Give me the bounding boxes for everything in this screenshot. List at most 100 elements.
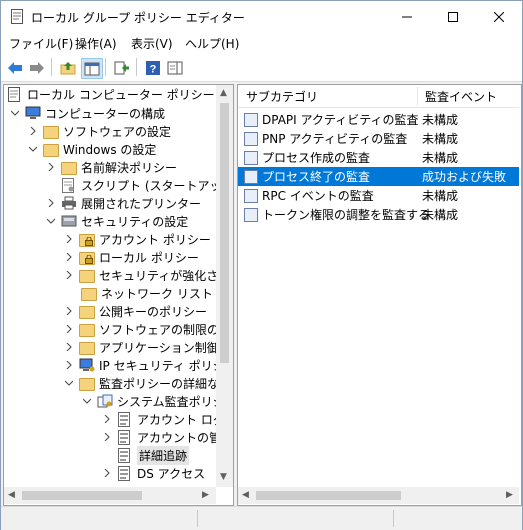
- menu-help[interactable]: ヘルプ(H): [185, 35, 239, 52]
- tree-item-local-computer-policy[interactable]: ローカル コンピューター ポリシー: [7, 85, 215, 103]
- scroll-left-icon[interactable]: ◀: [242, 491, 249, 500]
- list-row-token-rights[interactable]: トークン権限の調整を監査する 未構成: [238, 205, 519, 224]
- close-button[interactable]: [476, 1, 522, 32]
- expand-chevron-icon[interactable]: [63, 233, 75, 245]
- expand-chevron-icon[interactable]: [63, 305, 75, 317]
- scroll-right-icon[interactable]: ▶: [202, 491, 209, 500]
- policy-doc-icon: [117, 412, 133, 427]
- tree-horizontal-scroll-thumb[interactable]: [22, 491, 142, 500]
- tree-item-name-resolution-policy[interactable]: 名前解決ポリシー: [45, 158, 177, 176]
- console-tree-pane[interactable]: ローカル コンピューター ポリシー コンピューターの構成 ソフトウェアの設定 W…: [3, 84, 234, 506]
- row-value: 成功および失敗: [422, 170, 507, 184]
- row-name: PNP アクティビティの監査: [262, 132, 408, 146]
- tree-item-windows-firewall[interactable]: セキュリティが強化された: [63, 266, 233, 284]
- up-folder-button[interactable]: [58, 58, 78, 77]
- collapse-chevron-icon[interactable]: [9, 107, 21, 119]
- menu-bar: ファイル(F) 操作(A) 表示(V) ヘルプ(H): [1, 32, 522, 54]
- audit-setting-icon: [244, 131, 258, 146]
- tree-horizontal-scrollbar[interactable]: ◀ ▶: [4, 487, 216, 504]
- minimize-button[interactable]: [384, 1, 430, 32]
- tree-vertical-scroll-thumb[interactable]: [220, 103, 229, 363]
- row-value: 未構成: [422, 151, 459, 165]
- help-icon: ?: [146, 60, 160, 75]
- audit-setting-icon: [244, 150, 258, 165]
- help-button[interactable]: ?: [143, 58, 163, 77]
- list-row-dpapi[interactable]: DPAPI アクティビティの監査 未構成: [238, 110, 519, 129]
- tree-item-software-restriction[interactable]: ソフトウェアの制限のポリ: [63, 320, 233, 338]
- tree-item-security-settings[interactable]: セキュリティの設定: [45, 212, 188, 230]
- expand-chevron-icon[interactable]: [63, 269, 75, 281]
- menu-file[interactable]: ファイル(F): [9, 35, 73, 52]
- action-pane-button[interactable]: [165, 58, 185, 77]
- ip-security-icon: [79, 358, 95, 372]
- expand-chevron-icon[interactable]: [45, 161, 57, 173]
- tree-item-account-management[interactable]: アカウントの管理: [101, 428, 233, 446]
- tree-vertical-scrollbar[interactable]: ▲ ▼: [216, 85, 233, 487]
- tree-item-local-policies[interactable]: ローカル ポリシー: [63, 248, 199, 266]
- tree-item-advanced-audit[interactable]: 監査ポリシーの詳細な構: [63, 374, 231, 392]
- scroll-left-icon[interactable]: ◀: [8, 491, 15, 500]
- column-header-audit-event[interactable]: 監査イベント: [425, 88, 497, 105]
- export-list-button[interactable]: [112, 58, 132, 77]
- up-folder-icon: [60, 61, 76, 74]
- list-row-process-termination[interactable]: プロセス終了の監査 成功および失敗: [238, 167, 519, 186]
- list-horizontal-scroll-thumb[interactable]: [256, 491, 401, 500]
- scroll-up-icon[interactable]: ▲: [220, 89, 227, 98]
- tree-item-ip-security[interactable]: IP セキュリティ ポリシー (I: [63, 356, 233, 374]
- tree-item-app-control-policies[interactable]: アプリケーション制御ポリ: [63, 338, 233, 356]
- forward-button[interactable]: [27, 58, 47, 77]
- maximize-button[interactable]: [430, 1, 476, 32]
- show-hide-tree-button[interactable]: [81, 58, 103, 79]
- back-button[interactable]: [5, 58, 25, 77]
- export-list-icon: [114, 61, 129, 74]
- tree-item-network-list-manager[interactable]: ネットワーク リスト マネー: [81, 284, 233, 302]
- console-tree-icon: [84, 62, 100, 75]
- collapse-chevron-icon[interactable]: [27, 143, 39, 155]
- column-divider[interactable]: [417, 87, 418, 105]
- folder-icon: [61, 160, 77, 175]
- tree-item-windows-settings[interactable]: Windows の設定: [27, 140, 156, 158]
- column-header-subcategory[interactable]: サブカテゴリ: [246, 88, 318, 105]
- tree-item-scripts[interactable]: スクリプト (スタートアップ/シャ: [61, 176, 233, 194]
- row-name: DPAPI アクティビティの監査: [262, 113, 419, 127]
- list-row-pnp[interactable]: PNP アクティビティの監査 未構成: [238, 129, 519, 148]
- menu-view[interactable]: 表示(V): [131, 35, 173, 52]
- list-horizontal-scrollbar[interactable]: ◀ ▶: [238, 487, 519, 504]
- tree-item-deployed-printers[interactable]: 展開されたプリンター: [45, 194, 201, 212]
- tree-item-detailed-tracking[interactable]: 詳細追跡: [117, 445, 190, 465]
- tree-item-computer-config[interactable]: コンピューターの構成: [9, 104, 165, 122]
- folder-icon: [79, 304, 95, 319]
- tree-item-system-audit-policies[interactable]: システム監査ポリシー -: [81, 392, 233, 410]
- collapse-chevron-icon[interactable]: [45, 215, 57, 227]
- expand-chevron-icon[interactable]: [27, 125, 39, 137]
- tree-item-account-policies[interactable]: アカウント ポリシー: [63, 230, 211, 248]
- tree-item-software-settings[interactable]: ソフトウェアの設定: [27, 122, 171, 140]
- maximize-icon: [448, 11, 458, 22]
- details-list-pane[interactable]: サブカテゴリ 監査イベント DPAPI アクティビティの監査 未構成 PNP ア…: [237, 84, 522, 506]
- collapse-chevron-icon[interactable]: [81, 395, 93, 407]
- scroll-down-icon[interactable]: ▼: [220, 473, 227, 482]
- row-name: プロセス作成の監査: [262, 151, 371, 165]
- expand-chevron-icon[interactable]: [101, 431, 113, 443]
- expand-chevron-icon[interactable]: [63, 251, 75, 263]
- list-row-process-creation[interactable]: プロセス作成の監査 未構成: [238, 148, 519, 167]
- row-name: RPC イベントの監査: [262, 189, 374, 203]
- expand-chevron-icon[interactable]: [63, 359, 75, 371]
- collapse-chevron-icon[interactable]: [63, 377, 75, 389]
- expand-chevron-icon[interactable]: [63, 341, 75, 353]
- tree-item-ds-access[interactable]: DS アクセス: [101, 464, 205, 482]
- expand-chevron-icon[interactable]: [101, 467, 113, 479]
- tree-item-account-logon[interactable]: アカウント ログオ: [101, 410, 233, 428]
- expand-chevron-icon[interactable]: [45, 197, 57, 209]
- expand-chevron-icon[interactable]: [101, 413, 113, 425]
- toolbar-separator: [105, 58, 106, 76]
- policy-editor-icon: [11, 9, 23, 24]
- tree-item-public-key-policies[interactable]: 公開キーのポリシー: [63, 302, 207, 320]
- menu-action[interactable]: 操作(A): [75, 35, 117, 52]
- folder-icon: [79, 322, 95, 337]
- scroll-right-icon[interactable]: ▶: [506, 491, 513, 500]
- list-row-rpc-events[interactable]: RPC イベントの監査 未構成: [238, 186, 519, 205]
- computer-icon: [25, 106, 41, 120]
- expand-chevron-icon[interactable]: [63, 323, 75, 335]
- close-icon: [494, 11, 504, 22]
